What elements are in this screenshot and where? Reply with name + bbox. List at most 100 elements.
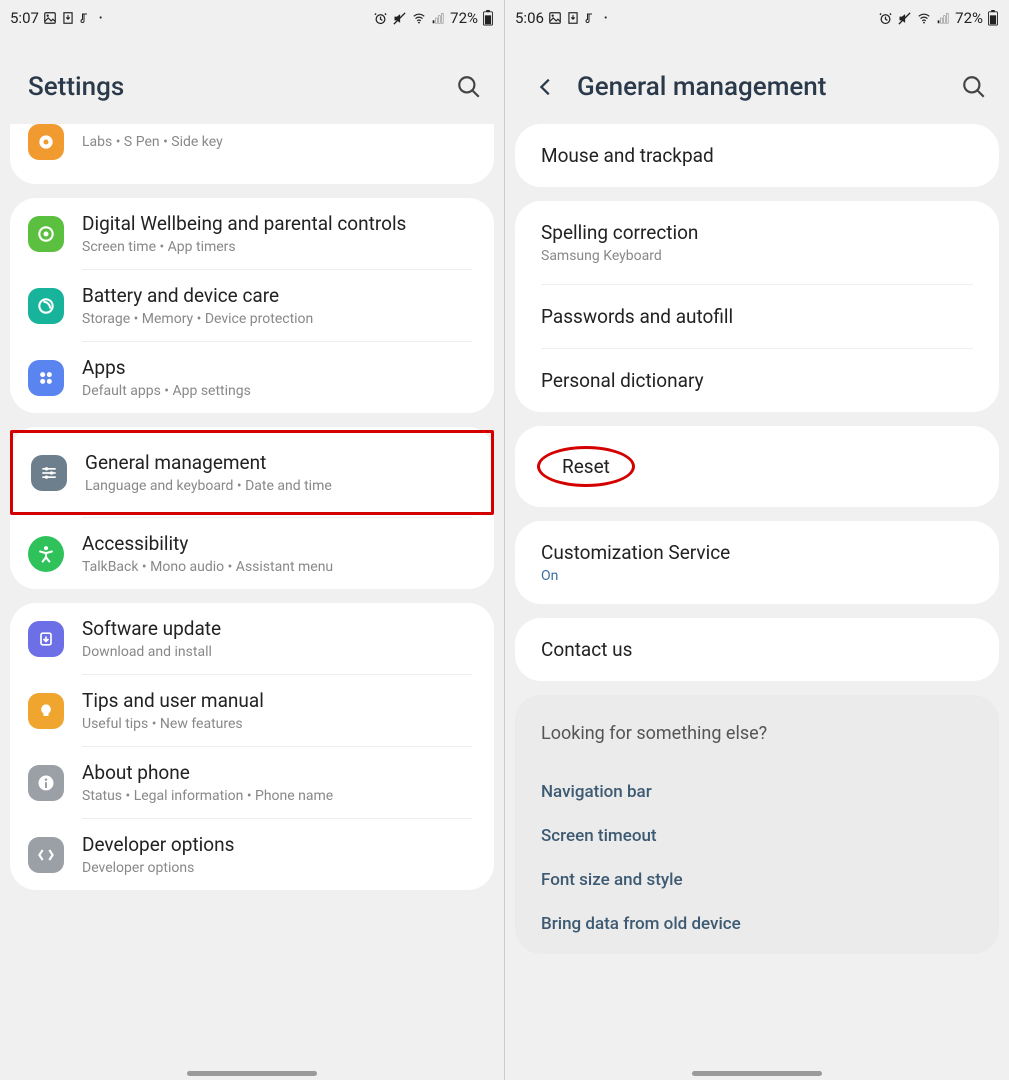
row-title: Mouse and trackpad [541,144,973,167]
status-bar: 5:06 • 72% [505,0,1009,32]
row-sub: Samsung Keyboard [541,248,973,264]
battery-text: 72% [450,9,478,27]
settings-row-battery[interactable]: Battery and device care Storage • Memory… [10,270,494,341]
card-contact: Contact us [515,618,999,681]
search-button[interactable] [454,72,484,102]
wellbeing-icon [28,216,64,252]
settings-row-apps[interactable]: Apps Default apps • App settings [10,342,494,413]
search-icon [961,74,987,100]
row-sub: Default apps • App settings [82,383,476,399]
settings-row-about[interactable]: About phone Status • Legal information •… [10,747,494,818]
wifi-icon [411,11,427,25]
settings-row-general-management[interactable]: General management Language and keyboard… [13,433,491,512]
row-title: Contact us [541,638,973,661]
tips-icon [28,693,64,729]
status-bar: 5:07 • 72% [0,0,504,32]
alarm-icon [373,11,388,26]
row-spelling[interactable]: Spelling correction Samsung Keyboard [515,201,999,284]
row-sub: Developer options [82,860,476,876]
download-icon [61,11,75,25]
mute-icon [897,11,912,26]
signal-icon [431,11,446,25]
settings-row-tips[interactable]: Tips and user manual Useful tips • New f… [10,675,494,746]
row-title: About phone [82,761,476,784]
card-system: Software update Download and install Tip… [10,603,494,890]
music-icon [584,11,596,25]
dev-icon [28,837,64,873]
card-input: Spelling correction Samsung Keyboard Pas… [515,201,999,412]
care-icon [28,288,64,324]
row-customization[interactable]: Customization Service On [515,521,999,604]
settings-row-advanced[interactable]: Labs • S Pen • Side key [10,124,494,174]
settings-row-wellbeing[interactable]: Digital Wellbeing and parental controls … [10,198,494,269]
right-phone: 5:06 • 72% General management Mouse and … [504,0,1009,1080]
header: Settings [0,32,504,124]
row-title: Spelling correction [541,221,973,244]
page-title: Settings [28,72,436,102]
home-indicator[interactable] [692,1071,822,1076]
suggestion-link-navbar[interactable]: Navigation bar [541,770,973,814]
row-sub: Status • Legal information • Phone name [82,788,476,804]
row-contact[interactable]: Contact us [515,618,999,681]
back-button[interactable] [533,74,559,100]
suggestion-link-font[interactable]: Font size and style [541,858,973,902]
row-title: General management [85,451,473,474]
settings-row-software-update[interactable]: Software update Download and install [10,603,494,674]
suggestion-link-timeout[interactable]: Screen timeout [541,814,973,858]
card-customization: Customization Service On [515,521,999,604]
settings-list[interactable]: Labs • S Pen • Side key Digital Wellbein… [0,124,504,1076]
row-mouse-trackpad[interactable]: Mouse and trackpad [515,124,999,187]
row-sub: Download and install [82,644,476,660]
row-sub: On [541,568,973,584]
dot-icon: • [99,13,102,24]
row-passwords[interactable]: Passwords and autofill [515,285,999,348]
page-title: General management [577,72,941,102]
music-icon [79,11,91,25]
row-sub: Language and keyboard • Date and time [85,478,473,494]
wifi-icon [916,11,932,25]
row-title: Passwords and autofill [541,305,973,328]
row-reset[interactable]: Reset [515,426,999,507]
suggestions-heading: Looking for something else? [541,723,973,744]
apps-icon [28,360,64,396]
row-sub: Useful tips • New features [82,716,476,732]
row-sub: Labs • S Pen • Side key [82,134,476,150]
download-icon [566,11,580,25]
status-time: 5:07 [10,9,39,27]
row-title: Digital Wellbeing and parental controls [82,212,476,235]
alarm-icon [878,11,893,26]
row-dictionary[interactable]: Personal dictionary [515,349,999,412]
search-icon [456,74,482,100]
home-indicator[interactable] [187,1071,317,1076]
row-title: Reset [562,455,610,478]
sw-icon [28,621,64,657]
battery-icon [987,10,999,26]
search-button[interactable] [959,72,989,102]
chevron-left-icon [535,76,557,98]
card-general: General management Language and keyboard… [10,427,494,589]
highlight-general-management: General management Language and keyboard… [10,430,494,515]
row-title: Developer options [82,833,476,856]
row-title: Battery and device care [82,284,476,307]
status-time: 5:06 [515,9,544,27]
highlight-reset: Reset [537,446,635,487]
row-title: Accessibility [82,532,476,555]
gm-icon [31,455,67,491]
advanced-icon [28,124,64,160]
card-reset: Reset [515,426,999,507]
battery-text: 72% [955,9,983,27]
row-sub: TalkBack • Mono audio • Assistant menu [82,559,476,575]
signal-icon [936,11,951,25]
mute-icon [392,11,407,26]
row-title: Apps [82,356,476,379]
row-title: Personal dictionary [541,369,973,392]
row-title: Tips and user manual [82,689,476,712]
settings-row-dev[interactable]: Developer options Developer options [10,819,494,890]
row-sub: Screen time • App timers [82,239,476,255]
image-icon [548,11,562,25]
general-management-list[interactable]: Mouse and trackpad Spelling correction S… [505,124,1009,1076]
card-care: Digital Wellbeing and parental controls … [10,198,494,413]
suggestion-link-bringdata[interactable]: Bring data from old device [541,902,973,946]
settings-row-accessibility[interactable]: Accessibility TalkBack • Mono audio • As… [10,518,494,589]
row-title: Software update [82,617,476,640]
